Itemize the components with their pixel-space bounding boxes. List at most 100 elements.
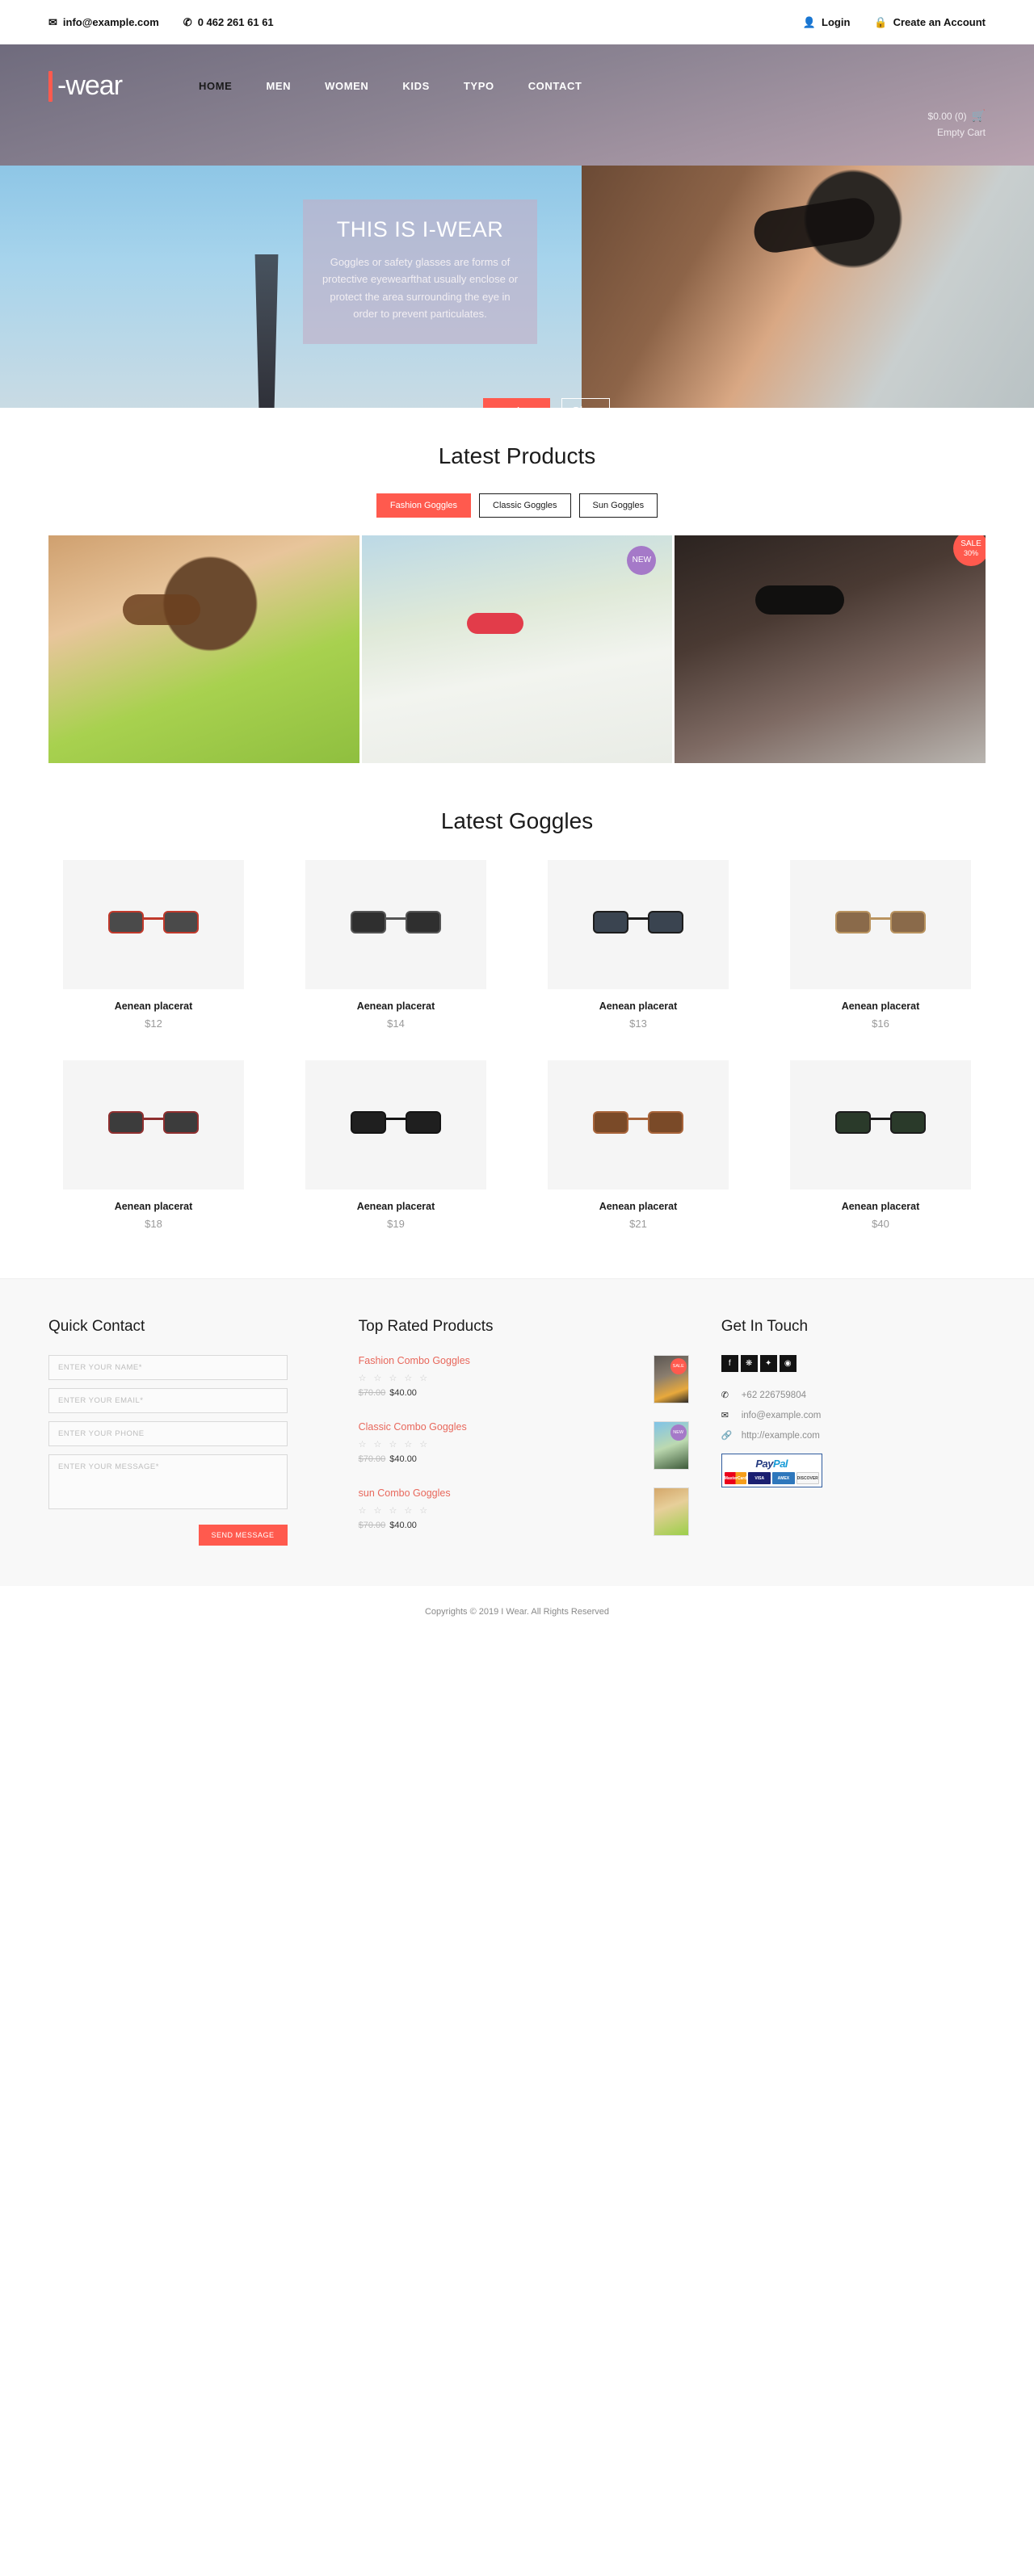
product-price: $21 [629,1218,647,1230]
top-rated-thumbnail[interactable]: NEW [653,1421,689,1470]
top-rated-price: $70.00 $40.00 [359,1521,642,1530]
tab-fashion-goggles[interactable]: Fashion Goggles [376,493,472,518]
nav-item-women[interactable]: WOMEN [325,80,368,92]
top-rated-column: Top Rated Products Fashion Combo Goggles… [359,1318,689,1554]
nav-item-men[interactable]: MEN [266,80,291,92]
featured-product-3[interactable]: SALE 30% [675,535,986,763]
product-thumbnail [548,1060,729,1189]
nav-item-home[interactable]: HOME [199,80,232,92]
top-rated-name[interactable]: sun Combo Goggles [359,1487,642,1499]
contact-phone-input[interactable] [48,1421,288,1446]
product-thumbnail [305,1060,486,1189]
product-thumbnail [790,860,971,989]
footer-email[interactable]: ✉ info@example.com [721,1410,986,1421]
nav-item-contact[interactable]: CONTACT [528,80,582,92]
lock-icon: 🔒 [874,16,888,28]
explore-button[interactable]: Explore [483,398,550,408]
card-mastercard-icon: MasterCard [724,1472,747,1484]
rss-icon[interactable]: ❋ [740,1355,758,1372]
product-name: Aenean placerat [356,1201,435,1212]
featured-product-1[interactable] [48,535,359,763]
top-rated-thumbnail[interactable] [653,1487,689,1536]
top-rated-item[interactable]: sun Combo Goggles ☆ ☆ ☆ ☆ ☆ $70.00 $40.00 [359,1487,689,1536]
product-card[interactable]: Aenean placerat $19 [291,1060,501,1230]
product-card[interactable]: Aenean placerat $40 [776,1060,986,1230]
sale-badge: SALE 30% [953,535,986,566]
topbar-phone-text: 0 462 261 61 61 [197,16,274,28]
topbar-email[interactable]: ✉ info@example.com [48,16,159,28]
tab-classic-goggles[interactable]: Classic Goggles [479,493,571,518]
top-rated-item[interactable]: Fashion Combo Goggles ☆ ☆ ☆ ☆ ☆ $70.00 $40.… [359,1355,689,1403]
paypal-logo: PayPal [725,1458,819,1470]
footer-phone[interactable]: ✆ +62 226759804 [721,1390,986,1401]
nav-item-typo[interactable]: TYPO [464,80,494,92]
featured-products-row: NEW SALE 30% [48,535,986,763]
contact-message-input[interactable] [48,1454,288,1509]
get-in-touch-column: Get In Touch f ❋ ✦ ◉ ✆ +62 226759804 ✉ info… [721,1318,986,1554]
logo-bar-icon [48,70,53,102]
sunglasses-icon [108,911,199,938]
cart-widget[interactable]: $0.00 (0) 🛒 Empty Cart [928,107,986,140]
accepted-cards: MasterCard VISA AMEX DISCOVER [724,1472,819,1484]
sunglasses-icon [351,1111,441,1139]
top-rated-thumbnail[interactable]: SALE [653,1355,689,1403]
quick-contact-column: Quick Contact SEND MESSAGE [48,1318,326,1554]
site-footer: Quick Contact SEND MESSAGE Top Rated Pro… [0,1278,1034,1586]
logo[interactable]: -wear [48,70,123,102]
login-link[interactable]: 👤 Login [803,16,851,28]
footer-website[interactable]: 🔗 http://example.com [721,1430,986,1441]
cart-status[interactable]: Empty Cart [928,125,986,141]
product-card[interactable]: Aenean placerat $21 [533,1060,743,1230]
product-price: $16 [872,1017,889,1030]
featured-product-2[interactable]: NEW [361,535,673,763]
top-rated-title: Top Rated Products [358,1318,494,1335]
logo-text: -wear [57,70,123,101]
top-rated-name[interactable]: Fashion Combo Goggles [359,1355,642,1366]
login-label: Login [822,16,851,28]
product-price: $40 [872,1218,889,1230]
facebook-icon[interactable]: f [721,1355,738,1372]
new-badge: NEW [670,1424,687,1441]
top-rated-item[interactable]: Classic Combo Goggles ☆ ☆ ☆ ☆ ☆ $70.00 $40.… [359,1421,689,1470]
product-card[interactable]: Aenean placerat $16 [776,860,986,1030]
product-price: $19 [387,1218,405,1230]
create-account-link[interactable]: 🔒 Create an Account [874,16,986,28]
send-message-button[interactable]: SEND MESSAGE [198,1525,288,1546]
topbar-email-text: info@example.com [62,16,159,28]
current-price: $40.00 [389,1521,417,1530]
sunglasses-icon [593,1111,683,1139]
product-thumbnail [305,860,486,989]
hero-text-box: THIS IS I-WEAR Goggles or safety glasses… [303,199,537,344]
product-card[interactable]: Aenean placerat $12 [48,860,258,1030]
product-card[interactable]: Aenean placerat $13 [533,860,743,1030]
tab-sun-goggles[interactable]: Sun Goggles [578,493,658,518]
goggles-grid: Aenean placerat $12 Aenean placerat $14 Aene… [48,860,986,1230]
product-name: Aenean placerat [114,1201,193,1212]
topbar-phone[interactable]: ✆ 0 462 261 61 61 [183,16,274,28]
product-card[interactable]: Aenean placerat $18 [48,1060,258,1230]
twitter-icon[interactable]: ✦ [759,1355,777,1372]
product-thumbnail [63,860,244,989]
top-bar-left: ✉ info@example.com ✆ 0 462 261 61 61 [48,16,274,28]
quick-contact-title: Quick Contact [48,1318,145,1335]
top-rated-name[interactable]: Classic Combo Goggles [359,1421,642,1433]
product-name: Aenean placerat [841,1001,920,1012]
top-rated-info: Classic Combo Goggles ☆ ☆ ☆ ☆ ☆ $70.00 $40.… [359,1421,642,1470]
product-name: Aenean placerat [114,1001,193,1012]
paypal-pay-text: Pay [755,1458,774,1470]
mail-icon: ✉ [721,1411,729,1420]
paypal-badge: PayPal MasterCard VISA AMEX DISCOVER [721,1454,822,1487]
contact-email-input[interactable] [48,1388,288,1413]
dribbble-icon[interactable]: ◉ [779,1355,797,1372]
latest-goggles-section: Latest Goggles Aenean placerat $12 Aenean … [0,763,1034,1278]
product-category-tabs: Fashion Goggles Classic Goggles Sun Goggle… [48,493,986,518]
latest-goggles-title: Latest Goggles [440,808,594,833]
product-thumbnail [790,1060,971,1189]
copyright-bar: Copyrights © 2019 I Wear. All Rights Res… [0,1586,1034,1636]
product-card[interactable]: Aenean placerat $14 [291,860,501,1030]
shop-now-button[interactable]: Shop Now [561,398,610,408]
mail-icon: ✉ [48,16,57,28]
nav-item-kids[interactable]: KIDS [402,80,429,92]
product-name: Aenean placerat [599,1001,678,1012]
contact-name-input[interactable] [48,1355,288,1380]
